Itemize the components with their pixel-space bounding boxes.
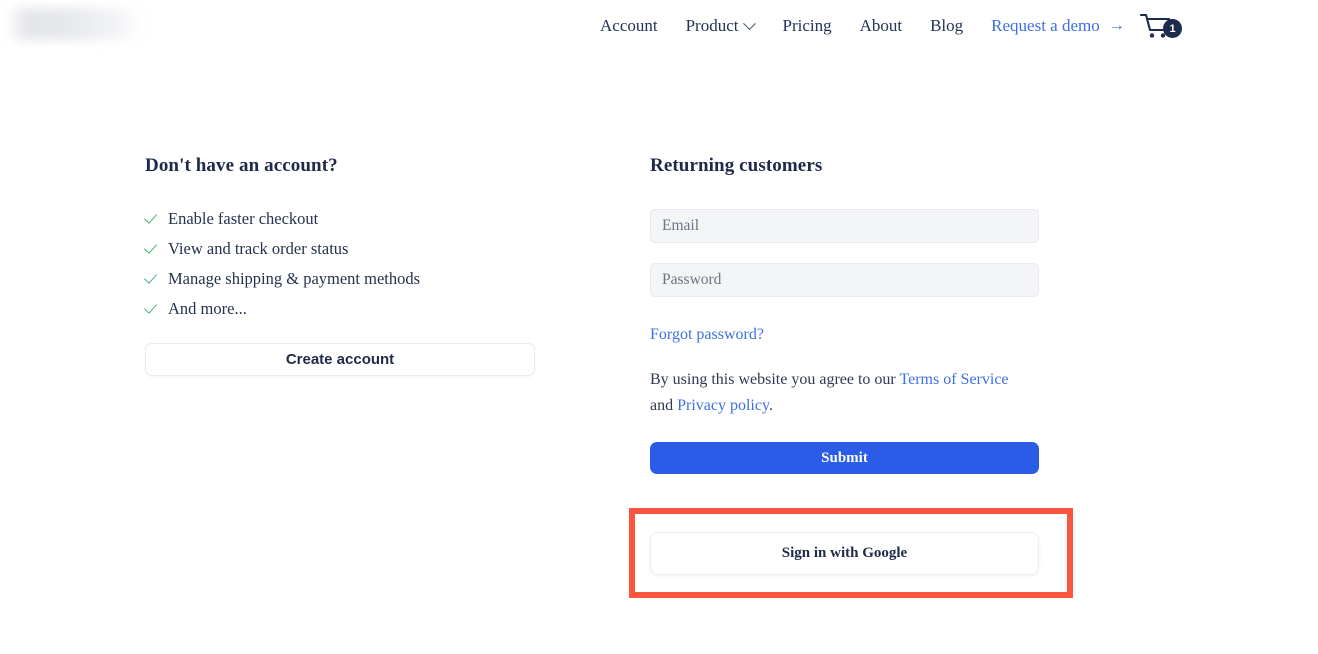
terms-period-text: . xyxy=(769,397,773,414)
benefit-label: Enable faster checkout xyxy=(168,209,318,229)
nav-item-label: Account xyxy=(600,12,658,40)
site-logo[interactable] xyxy=(8,8,142,40)
nav-item-label: Product xyxy=(686,12,739,40)
shopping-cart-button[interactable]: 1 xyxy=(1139,12,1181,42)
nav-item-request-a-demo[interactable]: Request a demo → xyxy=(977,12,1141,40)
check-icon xyxy=(145,212,159,226)
nav-item-blog[interactable]: Blog xyxy=(916,12,977,40)
list-item: Enable faster checkout xyxy=(145,209,537,229)
terms-of-service-link[interactable]: Terms of Service xyxy=(899,371,1008,388)
terms-conjunction-text: and xyxy=(650,397,677,414)
site-header: Account Product Pricing About Blog Reque… xyxy=(0,0,1318,52)
benefit-label: Manage shipping & payment methods xyxy=(168,269,420,289)
check-icon xyxy=(145,302,159,316)
nav-item-product[interactable]: Product xyxy=(672,12,769,40)
list-item: View and track order status xyxy=(145,239,537,259)
submit-button[interactable]: Submit xyxy=(650,442,1039,474)
nav-item-label: Pricing xyxy=(782,12,831,40)
nav-item-about[interactable]: About xyxy=(846,12,917,40)
chevron-down-icon xyxy=(744,17,757,30)
list-item: And more... xyxy=(145,299,537,319)
password-field[interactable] xyxy=(650,263,1039,297)
sign-in-section: Returning customers Forgot password? By … xyxy=(650,155,1039,474)
nav-item-pricing[interactable]: Pricing xyxy=(768,12,845,40)
nav-item-account[interactable]: Account xyxy=(586,12,672,40)
benefits-list: Enable faster checkout View and track or… xyxy=(145,209,537,319)
page-title-no-account: Don't have an account? xyxy=(145,155,537,177)
nav-item-label: About xyxy=(860,12,903,40)
benefit-label: View and track order status xyxy=(168,239,348,259)
privacy-policy-link[interactable]: Privacy policy xyxy=(677,397,769,414)
benefit-label: And more... xyxy=(168,299,247,319)
create-account-button[interactable]: Create account xyxy=(145,343,535,376)
arrow-right-icon: → xyxy=(1109,18,1125,34)
check-icon xyxy=(145,272,159,286)
cart-badge: 1 xyxy=(1163,19,1182,38)
terms-notice: By using this website you agree to our T… xyxy=(650,367,1030,419)
nav-item-label: Request a demo xyxy=(991,12,1100,40)
sign-in-with-google-button[interactable]: Sign in with Google xyxy=(650,532,1039,575)
list-item: Manage shipping & payment methods xyxy=(145,269,537,289)
create-account-section: Don't have an account? Enable faster che… xyxy=(145,155,537,376)
forgot-password-link[interactable]: Forgot password? xyxy=(650,326,764,344)
main-navigation: Account Product Pricing About Blog Reque… xyxy=(586,12,1141,40)
nav-item-label: Blog xyxy=(930,12,963,40)
page-title-returning-customers: Returning customers xyxy=(650,155,1039,177)
check-icon xyxy=(145,242,159,256)
terms-lead-text: By using this website you agree to our xyxy=(650,371,899,388)
email-field[interactable] xyxy=(650,209,1039,243)
